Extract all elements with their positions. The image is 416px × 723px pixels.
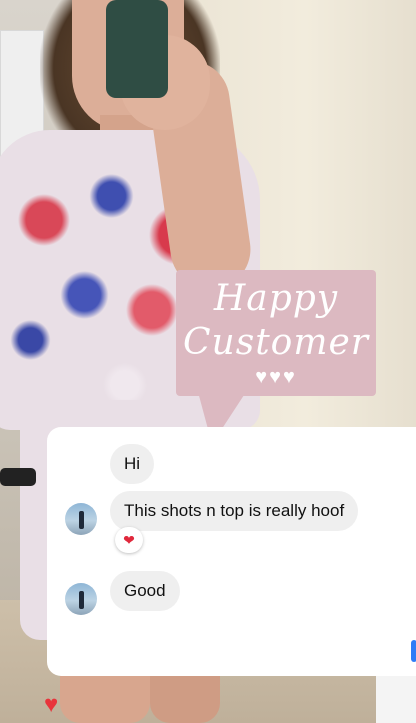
heart-icon[interactable]: ♥ (44, 693, 58, 717)
message-bubble: Good (110, 571, 180, 611)
watch (0, 468, 36, 486)
scroll-indicator (411, 640, 416, 662)
badge-title-line2: Customer (183, 322, 369, 363)
fig (79, 591, 84, 609)
happy-customer-badge: Happy Customer ♥♥♥ (176, 270, 376, 396)
sender-avatar (65, 583, 97, 615)
message-bubble: This shots n top is really hoof (110, 491, 359, 531)
chat-screenshot-card: Hi This shots n top is really hoof ❤ Goo… (47, 427, 416, 676)
heart-reaction-icon: ❤ (115, 527, 143, 553)
sender-avatar (65, 503, 97, 535)
fig (79, 511, 84, 529)
message-bubble: Hi (110, 444, 155, 484)
badge-title-line1: Happy (213, 278, 339, 319)
badge-hearts-icon: ♥♥♥ (255, 366, 297, 388)
phone (106, 0, 168, 98)
